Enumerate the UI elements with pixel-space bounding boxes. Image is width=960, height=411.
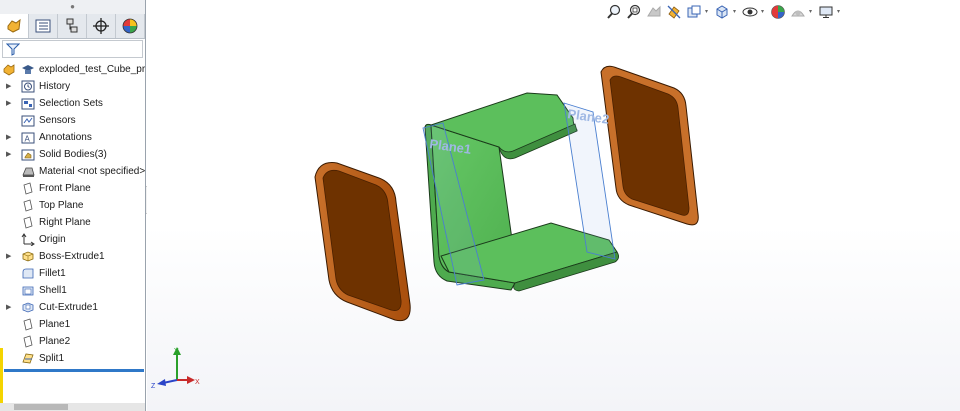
tree-item-sensors[interactable]: Sensors (0, 112, 145, 129)
tree-item-label: Solid Bodies(3) (39, 149, 107, 160)
left-cap-body[interactable] (314, 162, 411, 322)
extrude-icon (22, 251, 34, 262)
origin-icon (21, 233, 35, 246)
feature-tree-filter[interactable] (2, 40, 143, 58)
tree-item-label: Right Plane (39, 217, 91, 228)
tree-item-label: History (39, 81, 71, 92)
rollback-bar[interactable] (4, 369, 144, 372)
model-graphics: Plane1 Plane2 (314, 65, 699, 322)
tree-item-split1[interactable]: Split1 (0, 350, 145, 367)
history-icon (21, 80, 35, 93)
tree-item-label: Shell1 (39, 285, 67, 296)
property-manager-icon (35, 19, 51, 33)
scrollbar-thumb[interactable] (14, 404, 68, 410)
expand-arrow-icon[interactable]: ▶ (6, 129, 14, 146)
expand-arrow-icon[interactable]: ▶ (6, 299, 14, 316)
part-icon (3, 64, 15, 76)
tree-item-label: Cut-Extrude1 (39, 302, 98, 313)
material-icon (22, 167, 35, 177)
triad-y-label: Y (174, 348, 179, 355)
tree-item-label: Origin (39, 234, 66, 245)
tree-item-label: Top Plane (39, 200, 84, 211)
expand-arrow-icon[interactable]: ▶ (6, 78, 14, 95)
tree-item-label: Split1 (39, 353, 65, 364)
tree-item-label: Plane1 (39, 319, 71, 330)
graphics-area[interactable]: ▾ ▾ ▾ ▾ ▾ Plane1 Plane2 Y Z X (147, 0, 960, 411)
cut-extrude-icon (22, 302, 34, 313)
tree-item-right-plane[interactable]: Right Plane (0, 214, 145, 231)
tab-dimxpert-manager[interactable] (87, 14, 116, 38)
reference-triad: Y Z X (151, 347, 200, 390)
plane-icon (23, 199, 33, 212)
tree-item-origin[interactable]: Origin (0, 231, 145, 248)
solid-bodies-icon (21, 149, 35, 161)
tree-item-label: Selection Sets (39, 98, 103, 109)
part-cap-icon (22, 65, 34, 74)
tab-property-manager[interactable] (29, 14, 58, 38)
tree-item-label: Boss-Extrude1 (39, 251, 105, 262)
tree-item-label: Plane2 (39, 336, 71, 347)
panel-grip-dot-icon: ● (70, 2, 75, 11)
tree-item-annotations[interactable]: ▶ A Annotations (0, 129, 145, 146)
tree-item-plane1[interactable]: Plane1 (0, 316, 145, 333)
expand-arrow-icon[interactable]: ▶ (6, 146, 14, 163)
plane-icon (23, 216, 33, 229)
tree-item-plane2[interactable]: Plane2 (0, 333, 145, 350)
triad-x-label: X (195, 379, 200, 386)
tree-item-label: Material <not specified> (39, 166, 145, 177)
tree-item-history[interactable]: ▶ History (0, 78, 145, 95)
tree-horizontal-scrollbar[interactable] (0, 403, 145, 411)
panel-grip[interactable]: ● (0, 0, 145, 14)
tree-root-label: exploded_test_Cube_pro (39, 64, 145, 75)
tree-item-label: Annotations (39, 132, 92, 143)
shell-icon (22, 286, 34, 296)
plane-icon (23, 335, 33, 348)
tree-item-label: Fillet1 (39, 268, 66, 279)
sensors-icon (21, 115, 35, 127)
panel-tabs (0, 14, 145, 39)
filter-funnel-icon[interactable] (6, 42, 20, 56)
tab-display-manager[interactable] (116, 14, 145, 38)
svg-text:A: A (25, 135, 31, 144)
tree-item-shell1[interactable]: Shell1 (0, 282, 145, 299)
plane-icon (23, 318, 33, 331)
fillet-icon (22, 268, 34, 279)
plane-icon (23, 182, 33, 195)
tree-item-cut-extrude1[interactable]: ▶ Cut-Extrude1 (0, 299, 145, 316)
right-cap-body[interactable] (600, 65, 699, 226)
expand-arrow-icon[interactable]: ▶ (6, 248, 14, 265)
tree-root-part[interactable]: exploded_test_Cube_pro (0, 61, 145, 78)
rollback-indicator-strip (0, 348, 3, 403)
selection-sets-icon (21, 98, 35, 110)
annotations-icon: A (21, 132, 35, 144)
tree-item-front-plane[interactable]: Front Plane (0, 180, 145, 197)
display-manager-icon (122, 18, 138, 34)
tab-configuration-manager[interactable] (58, 14, 87, 38)
tree-item-fillet1[interactable]: Fillet1 (0, 265, 145, 282)
triad-z-label: Z (151, 383, 156, 390)
feature-manager-icon (7, 18, 21, 33)
tree-item-label: Sensors (39, 115, 76, 126)
tree-item-top-plane[interactable]: Top Plane (0, 197, 145, 214)
expand-arrow-icon[interactable]: ▶ (6, 95, 14, 112)
configuration-manager-icon (66, 18, 78, 33)
dimxpert-crosshair-icon (93, 18, 109, 34)
tab-feature-manager[interactable] (0, 14, 29, 38)
split-icon (22, 353, 34, 364)
tree-item-solid-bodies-3[interactable]: ▶ Solid Bodies(3) (0, 146, 145, 163)
feature-manager-panel: ● exploded_test_Cube_pro ▶ History ▶ Sel… (0, 0, 146, 411)
tree-item-material-not-specified[interactable]: Material <not specified> (0, 163, 145, 180)
tree-item-label: Front Plane (39, 183, 91, 194)
tree-item-selection-sets[interactable]: ▶ Selection Sets (0, 95, 145, 112)
tree-item-boss-extrude1[interactable]: ▶ Boss-Extrude1 (0, 248, 145, 265)
